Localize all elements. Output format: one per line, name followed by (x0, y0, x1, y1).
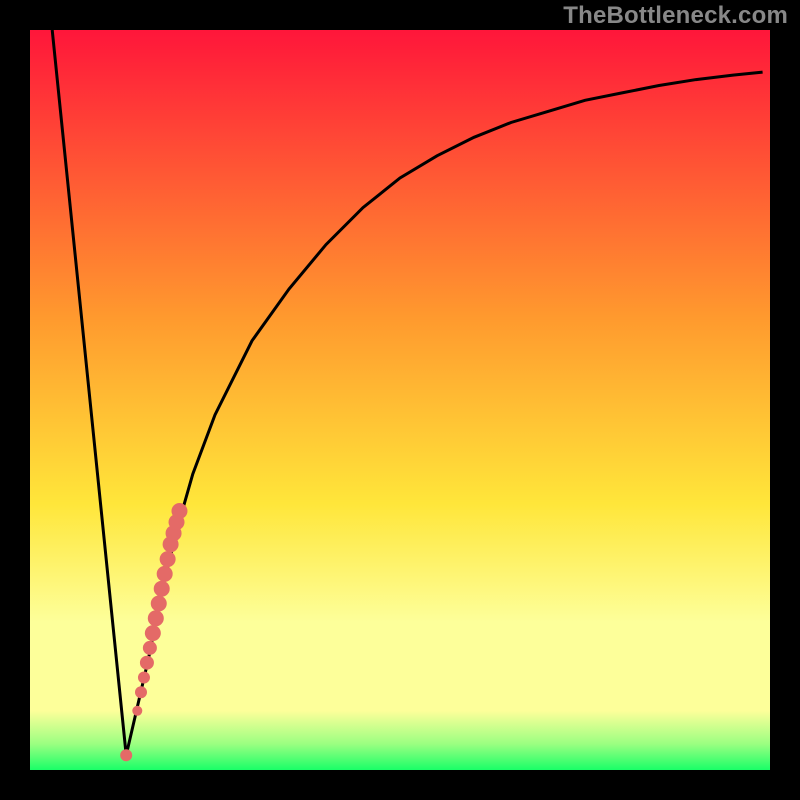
highlight-dot (171, 503, 187, 519)
chart-frame: TheBottleneck.com (0, 0, 800, 800)
highlight-dot (160, 551, 176, 567)
highlight-dot (154, 581, 170, 597)
highlight-dot (135, 686, 147, 698)
highlight-dot (143, 641, 157, 655)
highlight-dot (157, 566, 173, 582)
highlight-dot (138, 672, 150, 684)
highlight-dot (151, 596, 167, 612)
highlight-dot (132, 706, 142, 716)
bottleneck-chart (30, 30, 770, 770)
highlight-dot (145, 625, 161, 641)
highlight-dot (120, 749, 132, 761)
highlight-dot (140, 656, 154, 670)
highlight-dot (148, 610, 164, 626)
watermark-text: TheBottleneck.com (563, 2, 788, 30)
